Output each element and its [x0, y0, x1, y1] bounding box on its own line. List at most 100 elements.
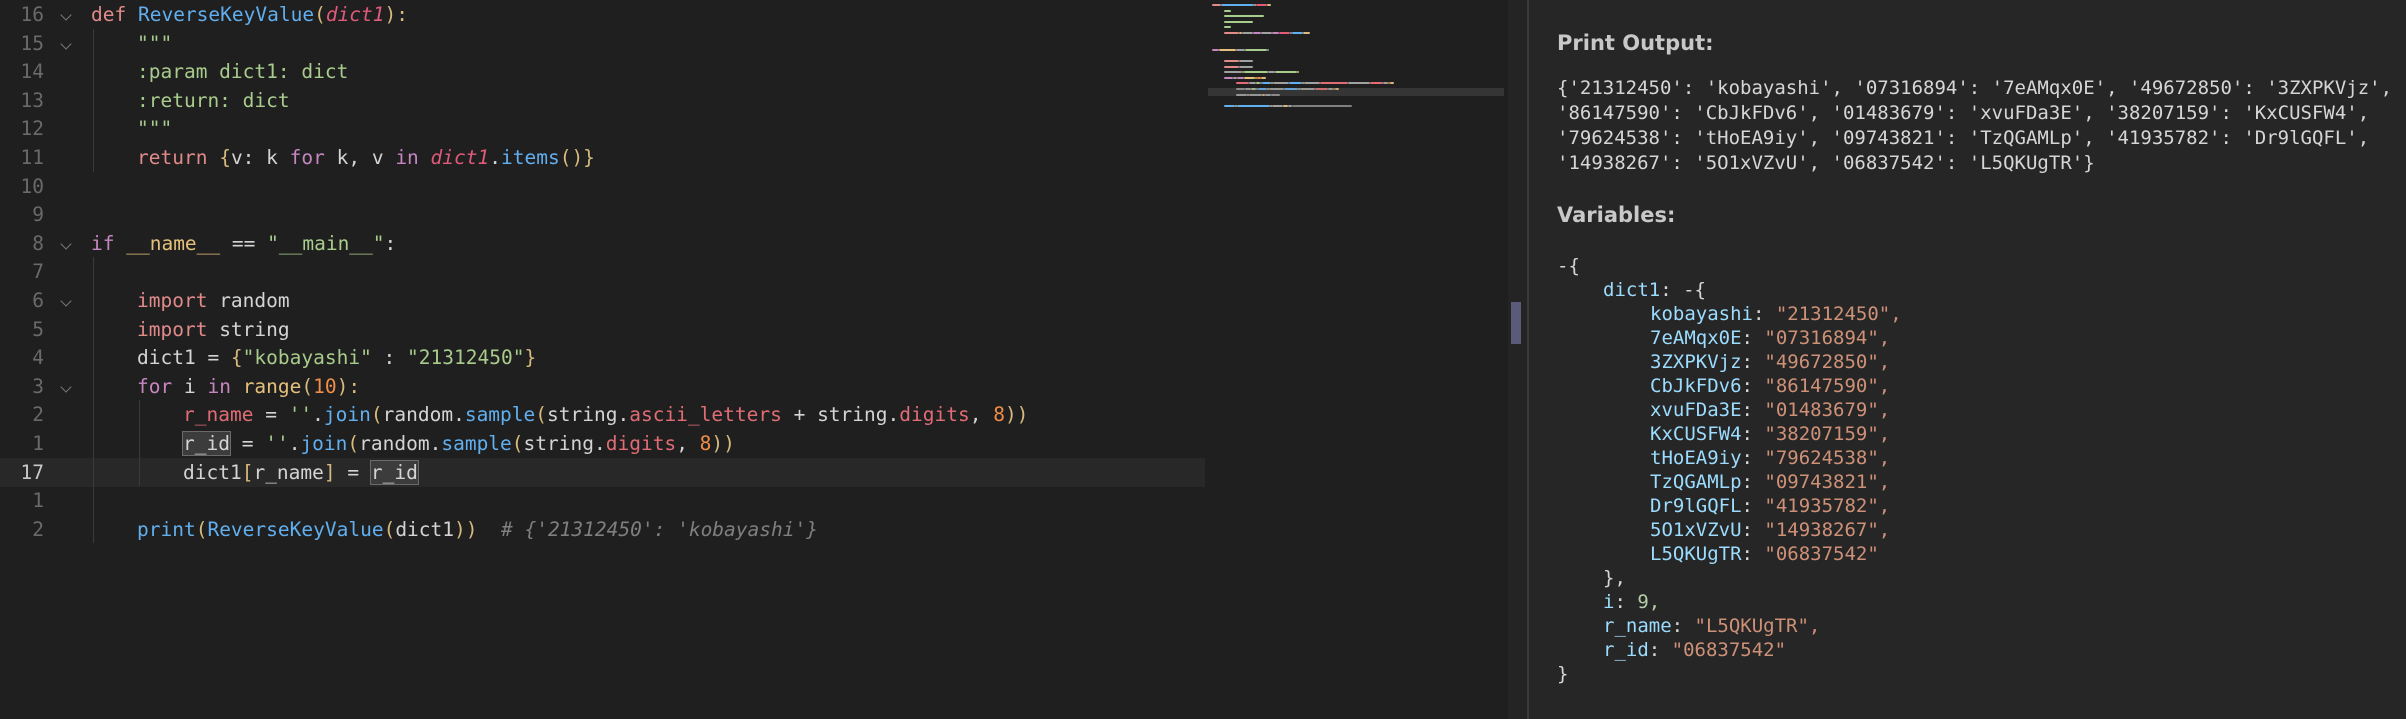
variable-i: i: 9, — [1603, 590, 1660, 614]
code-token: if — [91, 231, 127, 255]
code-line[interactable]: 15 """ — [0, 28, 1205, 58]
code-line[interactable]: 1 r_id = ''.join(random.sample(string.dig… — [0, 429, 1205, 458]
code-line[interactable]: 2 print(ReverseKeyValue(dict1)) # {'21312… — [0, 514, 1205, 544]
code-token: dict1 = — [137, 346, 231, 370]
variable-text: : — [1741, 399, 1765, 421]
code-line[interactable]: 17 dict1[r_name] = r_id — [0, 457, 1205, 487]
indent-guide — [139, 429, 140, 458]
code-token: string. — [523, 432, 606, 455]
line-number: 7 — [32, 260, 44, 284]
code-token: [ — [241, 460, 254, 484]
code-token: 8 — [993, 403, 1005, 427]
variable-text: "79624538", — [1764, 447, 1891, 469]
variable-text: : — [1671, 615, 1695, 637]
code-line[interactable]: 3 for i in range(10): — [0, 371, 1205, 401]
variable-text: }, — [1603, 567, 1626, 589]
variable-text: TzQGAMLp — [1650, 471, 1742, 493]
fold-chevron-icon[interactable] — [60, 37, 72, 50]
line-number: 2 — [32, 403, 44, 427]
variable-text: : — [1741, 471, 1765, 493]
code-line[interactable]: 7 — [0, 257, 1205, 286]
minimap-mark — [1224, 32, 1240, 34]
code-text: :param dict1: dict — [137, 57, 348, 86]
fold-chevron-icon[interactable] — [60, 238, 72, 250]
minimap-mark — [1267, 4, 1272, 6]
code-line[interactable]: 11 return {v: k for k, v in dict1.items()… — [0, 143, 1205, 172]
variable-text: "41935782", — [1764, 495, 1891, 517]
print-output-line: '86147590': 'CbJkFDv6', '01483679': 'xvu… — [1557, 102, 2370, 124]
code-line[interactable]: 10 — [0, 172, 1205, 201]
minimap-mark — [1224, 65, 1240, 68]
split-sash-handle[interactable] — [1511, 302, 1521, 344]
minimap-mark — [1239, 65, 1253, 68]
code-line[interactable]: 16 def ReverseKeyValue(dict1): — [0, 0, 1205, 29]
line-number: 13 — [20, 88, 44, 112]
variable-text: : — [1741, 327, 1765, 349]
code-line[interactable]: 5 import string — [0, 314, 1205, 344]
indent-guide — [93, 28, 94, 58]
code-line[interactable]: 1 — [0, 486, 1205, 515]
variable-text: "01483679", — [1764, 399, 1891, 421]
minimap-mark — [1237, 104, 1271, 107]
print-output-line: {'21312450': 'kobayashi', '07316894': '7… — [1557, 77, 2393, 99]
code-token: string. — [547, 403, 630, 427]
variable-text: 7eAMqx0E — [1650, 327, 1742, 349]
code-token: r_id — [182, 431, 231, 456]
variable-text: "06837542" — [1764, 543, 1879, 565]
minimap-mark — [1224, 9, 1231, 12]
code-token: random — [219, 289, 290, 312]
code-token: . — [489, 146, 501, 169]
code-line[interactable]: 9 — [0, 200, 1205, 229]
variables-heading: Variables: — [1557, 203, 1676, 227]
output-panel: Print Output: {'21312450': 'kobayashi', … — [1529, 0, 2406, 719]
minimap[interactable] — [1208, 0, 1504, 130]
indent-guide — [139, 457, 140, 487]
code-text: if __name__ == "__main__": — [91, 229, 396, 258]
minimap-mark — [1319, 82, 1349, 85]
code-token: v: k — [230, 146, 290, 169]
variable-text: : — [1752, 303, 1776, 325]
editor-scrollbar[interactable] — [1508, 0, 1528, 719]
code-text: dict1[r_name] = r_id — [183, 458, 419, 487]
code-text: print(ReverseKeyValue(dict1)) # {'213124… — [137, 515, 818, 544]
variable-text: : — [1741, 495, 1765, 517]
minimap-viewport[interactable] — [1208, 88, 1504, 96]
minimap-mark — [1256, 4, 1267, 6]
line-number: 5 — [32, 317, 44, 341]
code-line[interactable]: 14:param dict1: dict — [0, 57, 1205, 86]
code-token: )) — [1004, 403, 1029, 427]
fold-chevron-icon[interactable] — [60, 9, 72, 21]
print-output-line: '14938267': '5O1xVZvU', '06837542': 'L5Q… — [1557, 152, 2095, 174]
indent-guide — [93, 85, 94, 115]
line-number: 11 — [20, 146, 44, 169]
code-token: random. — [382, 403, 465, 427]
minimap-mark — [1212, 4, 1221, 6]
variable-text: "09743821", — [1764, 471, 1891, 493]
dict1-entry: xvuFDa3E: "01483679", — [1650, 398, 1890, 422]
fold-chevron-icon[interactable] — [60, 295, 72, 307]
code-line[interactable]: 8 if __name__ == "__main__": — [0, 229, 1205, 258]
line-number: 15 — [20, 31, 44, 55]
minimap-mark — [1273, 82, 1289, 85]
code-line[interactable]: 13:return: dict — [0, 85, 1205, 115]
code-line[interactable]: 12 """ — [0, 114, 1205, 143]
code-text: r_name = ''.join(random.sample(string.as… — [183, 400, 1028, 429]
minimap-mark — [1262, 82, 1272, 85]
code-token: "21312450" — [407, 346, 525, 370]
variable-text: 3ZXPKVjz — [1650, 351, 1742, 373]
code-line[interactable]: 2 r_name = ''.join(random.sample(string.a… — [0, 400, 1205, 429]
code-token: = — [253, 403, 289, 427]
code-token: ( — [314, 3, 326, 26]
minimap-mark — [1249, 82, 1256, 85]
code-token: )) — [454, 517, 478, 541]
variables-root-toggle: -{ — [1557, 254, 1580, 278]
variable-text: "38207159", — [1764, 423, 1891, 445]
minimap-mark — [1288, 82, 1302, 85]
code-token: r_name — [183, 403, 254, 427]
variable-text: : — [1741, 447, 1765, 469]
variable-text: -{ — [1557, 255, 1580, 277]
fold-chevron-icon[interactable] — [60, 381, 72, 393]
code-line[interactable]: 4 dict1 = {"kobayashi" : "21312450"} — [0, 343, 1205, 372]
dict1-entry: 5O1xVZvU: "14938267", — [1650, 518, 1890, 542]
code-line[interactable]: 6 import random — [0, 286, 1205, 315]
